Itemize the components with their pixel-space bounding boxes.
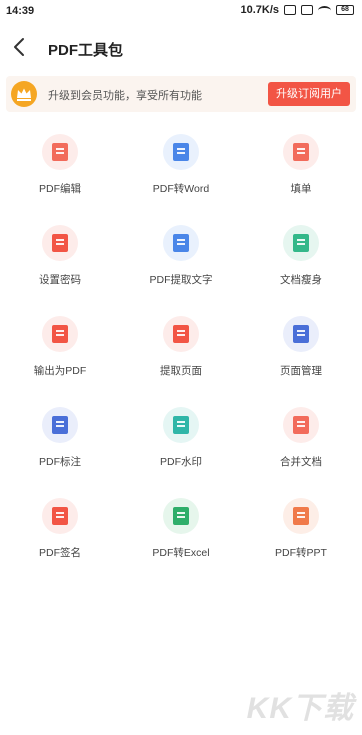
tool-icon-background: [283, 134, 319, 170]
status-icons: 10.7K/s 68: [240, 4, 354, 16]
tool-item[interactable]: PDF水印: [121, 398, 241, 488]
tool-label: 页面管理: [280, 365, 322, 377]
pdf-to-excel-icon: [173, 507, 189, 525]
banner-text: 升级到会员功能，享受所有功能: [48, 90, 202, 102]
tool-label: PDF转Word: [152, 183, 210, 195]
tool-icon-background: [42, 498, 78, 534]
tool-icon-background: [163, 134, 199, 170]
tool-item[interactable]: 输出为PDF: [0, 307, 120, 397]
merge-icon: [293, 416, 309, 434]
page-title: PDF工具包: [48, 42, 124, 59]
tool-icon-background: [163, 498, 199, 534]
extract-page-icon: [173, 325, 189, 343]
tool-label: PDF水印: [160, 456, 202, 468]
tool-item[interactable]: PDF转Excel: [121, 489, 241, 579]
app-header: PDF工具包: [0, 32, 362, 64]
tool-icon-background: [163, 225, 199, 261]
tool-label: PDF签名: [39, 547, 81, 559]
tool-icon-background: [42, 407, 78, 443]
extract-text-icon: [173, 234, 189, 252]
member-banner: 升级到会员功能，享受所有功能 升级订阅用户: [6, 76, 356, 112]
tool-item[interactable]: PDF签名: [0, 489, 120, 579]
tool-icon-background: [42, 225, 78, 261]
pdf-to-word-icon: [173, 143, 189, 161]
pdf-to-ppt-icon: [293, 507, 309, 525]
tool-item[interactable]: 填单: [241, 125, 361, 215]
tool-item[interactable]: 页面管理: [241, 307, 361, 397]
tool-label: 文档瘦身: [280, 274, 322, 286]
tool-item[interactable]: PDF编辑: [0, 125, 120, 215]
tool-icon-background: [283, 316, 319, 352]
annotate-icon: [52, 416, 68, 434]
tool-item[interactable]: 提取页面: [121, 307, 241, 397]
tool-item[interactable]: 文档瘦身: [241, 216, 361, 306]
watermark: KK下载: [246, 692, 354, 725]
signature-icon: [52, 507, 68, 525]
battery-icon: 68: [336, 5, 354, 15]
tool-label: 输出为PDF: [33, 365, 87, 377]
tool-item[interactable]: PDF提取文字: [121, 216, 241, 306]
tool-icon-background: [42, 134, 78, 170]
lock-icon: [52, 234, 68, 252]
compress-icon: [293, 234, 309, 252]
export-pdf-icon: [52, 325, 68, 343]
tool-label: 填单: [290, 183, 312, 195]
tool-item[interactable]: PDF转Word: [121, 125, 241, 215]
wifi-icon: [318, 5, 331, 15]
tool-label: PDF转Excel: [152, 547, 210, 559]
tool-icon-background: [283, 225, 319, 261]
tool-label: PDF编辑: [39, 183, 81, 195]
tool-label: 提取页面: [160, 365, 202, 377]
tool-icon-background: [283, 407, 319, 443]
crown-icon: [11, 81, 37, 107]
tool-item[interactable]: PDF转PPT: [241, 489, 361, 579]
tool-icon-background: [283, 498, 319, 534]
tool-label: 设置密码: [39, 274, 81, 286]
tool-label: PDF转PPT: [275, 547, 327, 559]
page-manage-icon: [293, 325, 309, 343]
tool-icon-background: [42, 316, 78, 352]
notification-icon: [301, 5, 313, 15]
tool-label: PDF提取文字: [149, 274, 213, 286]
chevron-left-icon: [14, 38, 24, 56]
tool-label: 合并文档: [280, 456, 322, 468]
back-button[interactable]: [10, 35, 30, 59]
no-sim-icon: [284, 5, 296, 15]
network-speed: 10.7K/s: [240, 4, 279, 16]
tool-icon-background: [163, 316, 199, 352]
pdf-edit-icon: [52, 143, 68, 161]
status-time: 14:39: [6, 5, 35, 17]
watermark-icon: [173, 416, 189, 434]
tool-icon-background: [163, 407, 199, 443]
tool-item[interactable]: 合并文档: [241, 398, 361, 488]
upgrade-subscription-button[interactable]: 升级订阅用户: [268, 82, 350, 106]
tool-label: PDF标注: [39, 456, 81, 468]
tool-item[interactable]: 设置密码: [0, 216, 120, 306]
tool-item[interactable]: PDF标注: [0, 398, 120, 488]
status-bar: 14:39 10.7K/s 68: [0, 0, 362, 24]
fill-form-icon: [293, 143, 309, 161]
